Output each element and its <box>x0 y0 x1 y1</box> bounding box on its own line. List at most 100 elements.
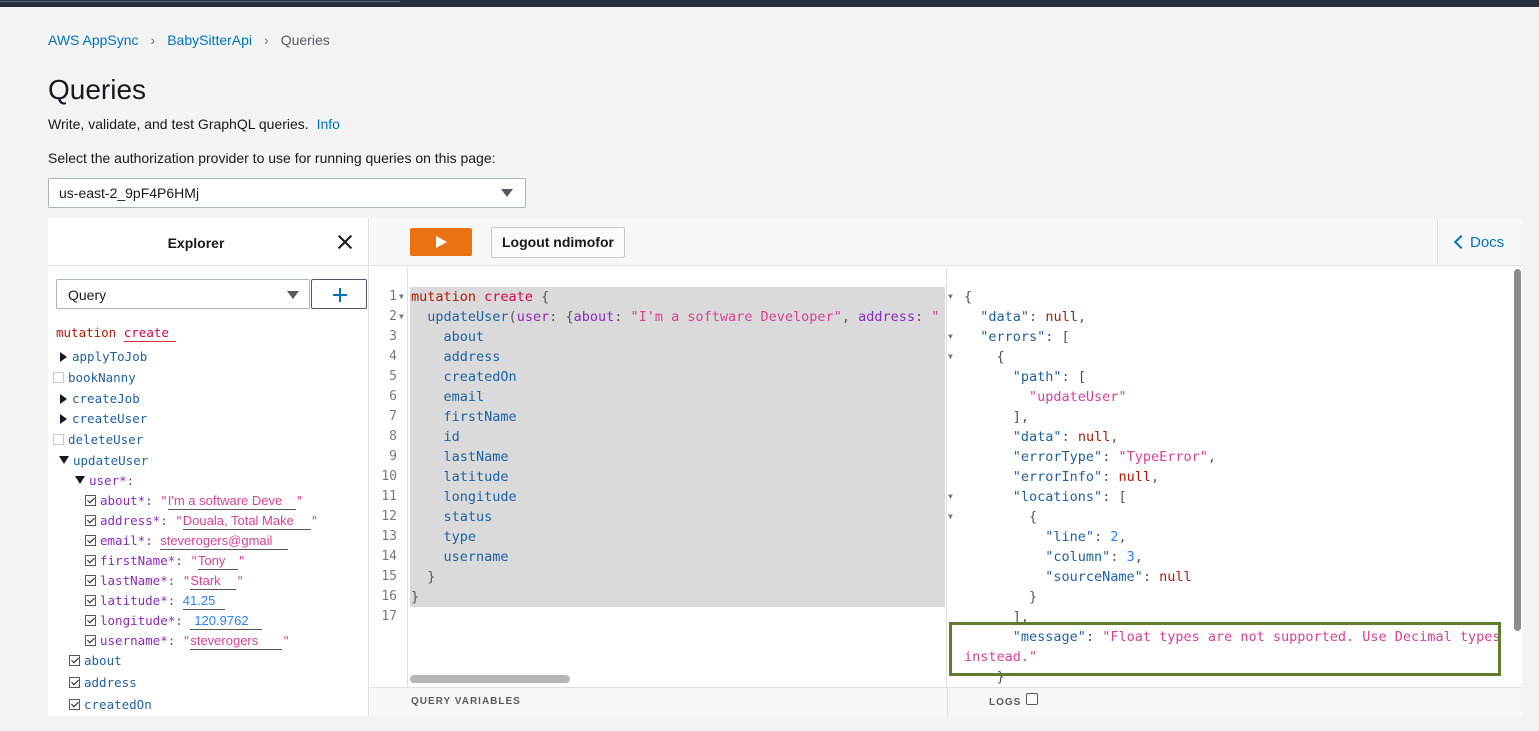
arg-name: email*: <box>100 533 153 548</box>
tree-field-applyToJob[interactable]: applyToJob <box>60 348 147 366</box>
arg-value-input[interactable]: steverogers@gmail <box>160 532 289 550</box>
selected-field-about[interactable]: about <box>69 652 122 670</box>
arg-row-longitude[interactable]: longitude*: 120.9762 <box>85 612 263 630</box>
checkbox[interactable] <box>53 434 64 445</box>
arg-value-input[interactable]: 120.9762 <box>190 612 263 630</box>
arg-row-email[interactable]: email*: steverogers@gmail <box>85 532 289 550</box>
operation-type-select[interactable]: Query <box>56 279 310 309</box>
field-label: address <box>84 675 137 690</box>
horizontal-scrollbar[interactable] <box>410 675 570 683</box>
page-title: Queries <box>48 74 147 105</box>
tree-field-createJob[interactable]: createJob <box>60 390 140 408</box>
caret-down-icon <box>501 189 513 197</box>
caret-right-icon <box>60 352 67 362</box>
checkbox[interactable] <box>53 372 64 383</box>
logs-label: LOGS <box>989 697 1022 708</box>
field-label: applyToJob <box>72 349 148 364</box>
caret-down-icon <box>75 476 85 484</box>
divider <box>947 688 948 717</box>
breadcrumb-appsync-link[interactable]: AWS AppSync <box>48 32 139 48</box>
selected-field-createdOn[interactable]: createdOn <box>69 696 152 714</box>
caret-right-icon <box>60 414 67 424</box>
checkbox[interactable] <box>85 495 96 506</box>
docs-button[interactable]: Docs <box>1437 218 1522 266</box>
tree-arg-user[interactable]: user*: <box>75 472 134 490</box>
logs-checkbox[interactable] <box>1026 693 1038 705</box>
field-label: deleteUser <box>68 432 144 447</box>
tab-edge <box>0 0 400 2</box>
top-navigation-bar <box>0 0 1539 7</box>
arg-value-input[interactable]: Stark <box>190 572 237 590</box>
arg-value-input[interactable]: steverogers <box>190 632 283 650</box>
field-label: createJob <box>72 391 140 406</box>
logout-button[interactable]: Logout ndimofor <box>491 227 625 258</box>
checkbox[interactable] <box>85 535 96 546</box>
caret-down-icon <box>287 291 299 299</box>
arg-label: user*: <box>89 473 135 488</box>
tree-field-updateUser[interactable]: updateUser <box>59 452 148 470</box>
arg-row-address[interactable]: address*: " Douala, Total Make " <box>85 512 318 530</box>
auth-provider-select[interactable]: us-east-2_9pF4P6HMj <box>48 178 526 208</box>
vertical-scrollbar[interactable] <box>1514 269 1521 631</box>
field-label: bookNanny <box>68 370 136 385</box>
add-operation-button[interactable] <box>311 279 367 309</box>
checkbox[interactable] <box>85 635 96 646</box>
tree-field-deleteUser[interactable]: deleteUser <box>53 431 143 449</box>
query-editor[interactable]: 1 ▼ mutation create { 2 ▼ updateUser(user: … <box>370 267 947 687</box>
selected-field-address[interactable]: address <box>69 674 137 692</box>
arg-value-input[interactable]: 41.25 <box>182 592 225 610</box>
checkbox[interactable] <box>69 655 80 666</box>
operation-name-input[interactable]: create <box>123 324 176 342</box>
field-label: createUser <box>72 411 148 426</box>
bottom-bar: QUERY VARIABLES LOGS <box>370 687 1522 717</box>
caret-down-icon <box>59 456 69 464</box>
info-link[interactable]: Info <box>317 116 340 132</box>
checkbox[interactable] <box>85 595 96 606</box>
checkbox[interactable] <box>85 515 96 526</box>
tree-field-bookNanny[interactable]: bookNanny <box>53 369 136 387</box>
field-label: about <box>84 653 122 668</box>
breadcrumb-current: Queries <box>280 32 330 48</box>
explorer-panel: Explorer Query mutation create applyToJo… <box>48 218 369 716</box>
arg-name: about*: <box>100 493 153 508</box>
arg-value-input[interactable]: I'm a software Deve <box>167 492 296 510</box>
arg-name: username*: <box>100 633 176 648</box>
checkbox[interactable] <box>85 555 96 566</box>
arg-name: address*: <box>100 513 168 528</box>
run-query-button[interactable] <box>410 228 472 256</box>
graphql-console: Explorer Query mutation create applyToJo… <box>48 218 1522 717</box>
query-toolbar: Logout ndimofor Docs <box>370 218 1522 266</box>
arg-row-latitude[interactable]: latitude*: 41.25 <box>85 592 225 610</box>
arg-value-input[interactable]: Tony <box>197 552 238 570</box>
field-label: createdOn <box>84 697 152 712</box>
error-highlight-box <box>949 622 1501 676</box>
chevron-left-icon <box>1453 234 1469 250</box>
explorer-header: Explorer <box>48 218 368 266</box>
arg-row-firstName[interactable]: firstName*: "Tony " <box>85 552 245 570</box>
arg-name: latitude*: <box>100 593 176 608</box>
docs-label: Docs <box>1470 234 1505 251</box>
arg-name: firstName*: <box>100 553 183 568</box>
breadcrumb-api-link[interactable]: BabySitterApi <box>167 32 252 48</box>
tree-field-createUser[interactable]: createUser <box>60 410 147 428</box>
arg-row-username[interactable]: username*: "steverogers " <box>85 632 290 650</box>
chevron-right-icon: › <box>150 32 156 48</box>
description-text: Write, validate, and test GraphQL querie… <box>48 116 309 132</box>
checkbox[interactable] <box>69 677 80 688</box>
arg-name: lastName*: <box>100 573 176 588</box>
mutation-keyword: mutation <box>56 325 117 340</box>
checkbox[interactable] <box>69 699 80 710</box>
query-variables-toggle[interactable]: QUERY VARIABLES <box>411 696 521 707</box>
arg-row-about[interactable]: about*: "I'm a software Deve " <box>85 492 303 510</box>
close-icon[interactable] <box>337 234 353 250</box>
arg-value-input[interactable]: Douala, Total Make <box>182 512 311 530</box>
checkbox[interactable] <box>85 575 96 586</box>
chevron-right-icon: › <box>264 32 269 48</box>
page-description: Write, validate, and test GraphQL querie… <box>48 116 340 132</box>
result-viewer: ▼{ "data": null, ▼ "errors": [ ▼ { "path… <box>948 267 1522 687</box>
operation-type-value: Query <box>68 287 107 303</box>
operation-row: mutation create <box>56 324 176 342</box>
arg-row-lastName[interactable]: lastName*: "Stark " <box>85 572 244 590</box>
checkbox[interactable] <box>85 615 96 626</box>
explorer-title: Explorer <box>167 235 225 251</box>
